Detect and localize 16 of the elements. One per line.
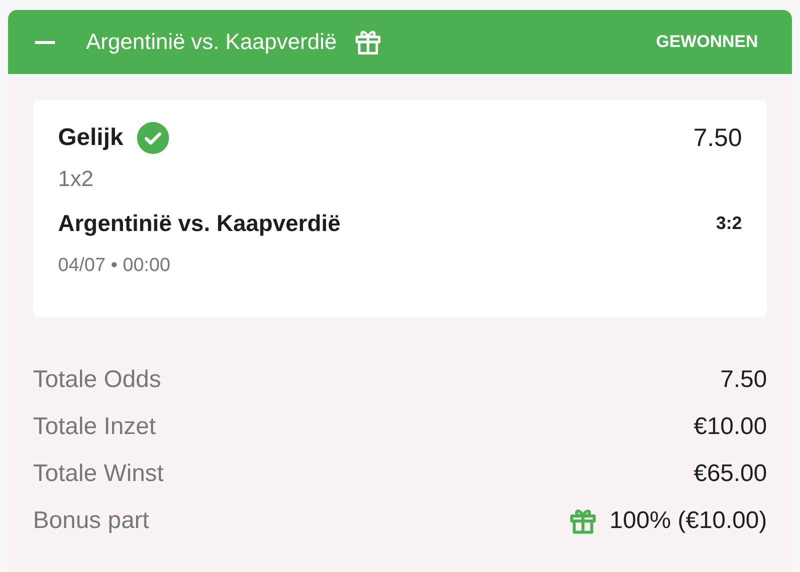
match-datetime: 04/07 • 00:00 (58, 255, 172, 277)
summary-label: Bonus part (33, 507, 150, 535)
odds-value: 7.50 (693, 124, 742, 152)
match-title: Argentinië vs. Kaapverdië (86, 29, 337, 55)
market-label: 1x2 (58, 166, 94, 192)
status-label: GEWONNEN (656, 32, 758, 52)
summary-value: 7.50 (720, 366, 767, 394)
summary-value: 100% (€10.00) (610, 507, 767, 535)
selection-name: Gelijk (58, 124, 124, 152)
summary-label: Totale Odds (33, 366, 162, 394)
score-value: 3:2 (716, 213, 742, 234)
summary-label: Totale Winst (33, 460, 164, 488)
summary-value: €65.00 (694, 460, 767, 488)
summary-value: €10.00 (694, 413, 767, 441)
summary-label: Totale Inzet (33, 413, 156, 441)
match-name: Argentinië vs. Kaapverdië (58, 210, 340, 237)
